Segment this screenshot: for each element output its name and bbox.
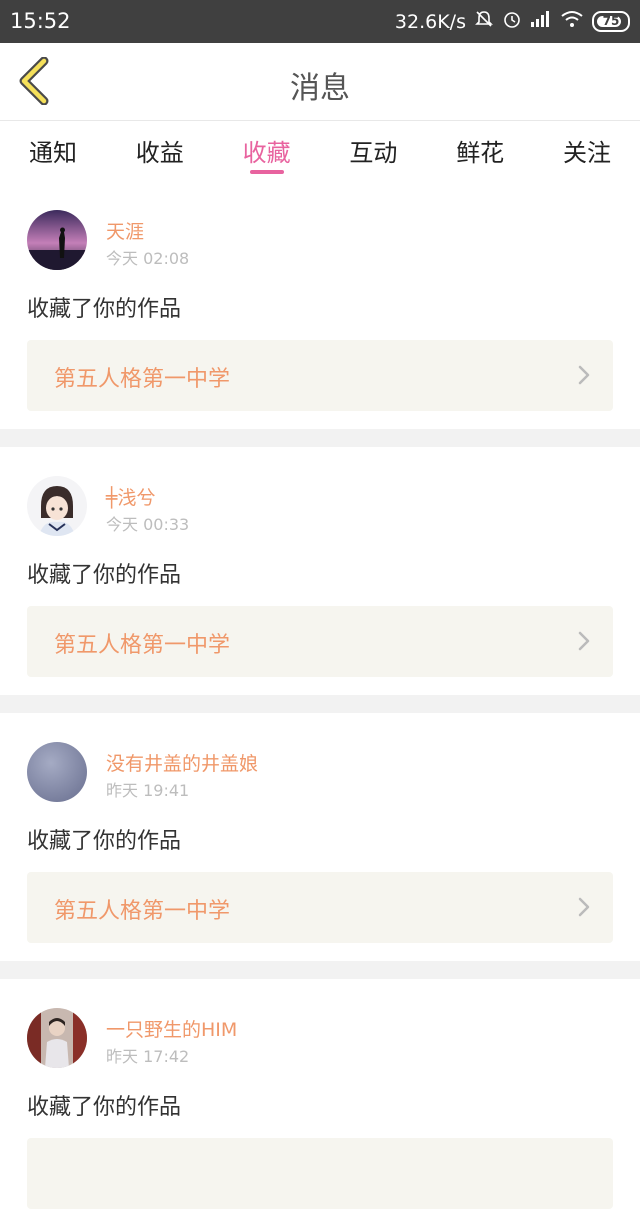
avatar[interactable] <box>27 210 87 270</box>
status-time: 15:52 <box>10 9 71 33</box>
user-name[interactable]: 天涯 <box>106 217 144 244</box>
action-text: 收藏了你的作品 <box>27 563 182 588</box>
work-title: 第五人格第一中学 <box>54 899 231 924</box>
status-icons: 32.6K/s 75 <box>395 9 630 34</box>
tab-earnings[interactable]: 收益 <box>117 121 203 181</box>
battery-icon: 75 <box>592 11 630 32</box>
work-title: 第五人格第一中学 <box>54 633 231 658</box>
avatar[interactable] <box>27 476 87 536</box>
tab-follows[interactable]: 关注 <box>544 121 630 181</box>
avatar[interactable] <box>27 1008 87 1068</box>
chevron-right-icon <box>578 631 590 651</box>
page-title: 消息 <box>290 71 350 106</box>
work-link[interactable]: 第五人格第一中学 <box>27 872 613 943</box>
message-card: ╪浅兮 今天 00:33 收藏了你的作品 第五人格第一中学 <box>0 447 640 695</box>
card-separator <box>0 429 640 447</box>
message-card: 一只野生的HIM 昨天 17:42 收藏了你的作品 <box>0 979 640 1227</box>
tab-bar: 通知 收益 收藏 互动 鲜花 关注 <box>0 121 640 181</box>
tab-interactions[interactable]: 互动 <box>330 121 416 181</box>
message-card: 没有井盖的井盖娘 昨天 19:41 收藏了你的作品 第五人格第一中学 <box>0 713 640 961</box>
tab-notifications[interactable]: 通知 <box>10 121 96 181</box>
chevron-right-icon <box>578 365 590 385</box>
network-speed: 32.6K/s <box>394 10 466 33</box>
timestamp: 今天 02:08 <box>106 249 190 268</box>
card-separator <box>0 961 640 979</box>
work-title: 第五人格第一中学 <box>54 367 231 392</box>
action-text: 收藏了你的作品 <box>27 297 182 322</box>
tab-label: 关注 <box>562 139 611 167</box>
active-tab-indicator <box>249 170 284 174</box>
timestamp: 昨天 17:42 <box>106 1047 190 1066</box>
status-bar: 15:52 32.6K/s 75 <box>0 0 640 43</box>
user-name[interactable]: 没有井盖的井盖娘 <box>106 749 258 776</box>
battery-level: 75 <box>602 14 620 28</box>
tab-label: 鲜花 <box>456 139 505 167</box>
tab-label: 通知 <box>29 139 77 167</box>
tab-label: 互动 <box>349 139 398 167</box>
work-link[interactable]: 第五人格第一中学 <box>27 606 613 677</box>
signal-icon <box>530 10 552 33</box>
header: 消息 <box>0 43 640 121</box>
tab-flowers[interactable]: 鲜花 <box>437 121 523 181</box>
tab-label: 收益 <box>135 139 184 167</box>
tab-favorites[interactable]: 收藏 <box>224 121 310 181</box>
mute-bell-icon <box>474 9 494 34</box>
timestamp: 今天 00:33 <box>106 515 190 534</box>
message-card: 天涯 今天 02:08 收藏了你的作品 第五人格第一中学 <box>0 181 640 429</box>
action-text: 收藏了你的作品 <box>27 829 182 854</box>
card-separator <box>0 695 640 713</box>
work-link[interactable]: 第五人格第一中学 <box>27 340 613 411</box>
avatar[interactable] <box>27 742 87 802</box>
tab-label: 收藏 <box>242 139 291 167</box>
user-name[interactable]: ╪浅兮 <box>106 483 155 510</box>
wifi-icon <box>560 10 584 33</box>
action-text: 收藏了你的作品 <box>27 1095 182 1120</box>
work-link[interactable] <box>27 1138 613 1209</box>
chevron-right-icon <box>578 897 590 917</box>
message-list: 天涯 今天 02:08 收藏了你的作品 第五人格第一中学 ╪浅兮 今天 00:3… <box>0 181 640 1227</box>
timestamp: 昨天 19:41 <box>106 781 190 800</box>
alarm-icon <box>502 9 522 34</box>
user-name[interactable]: 一只野生的HIM <box>106 1015 237 1042</box>
